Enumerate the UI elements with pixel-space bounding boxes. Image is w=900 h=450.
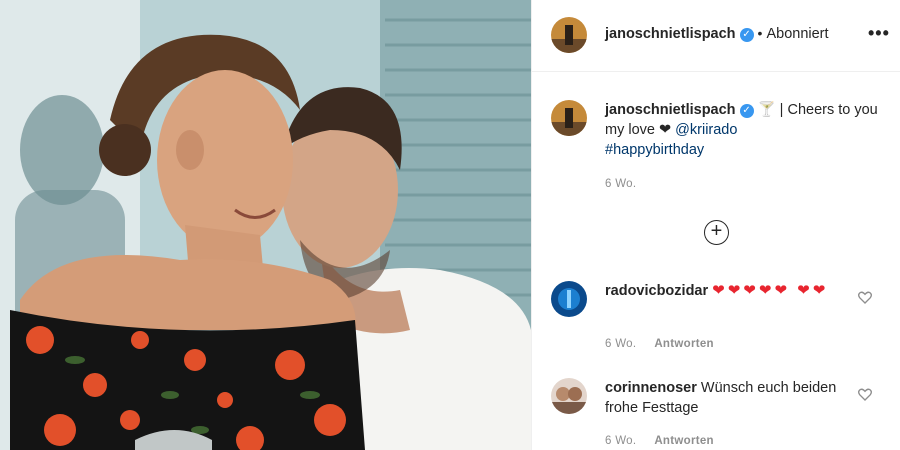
comment-avatar[interactable] [551,378,587,414]
comment-item: radovicbozidar ❤❤❤❤❤ ❤❤ [605,281,845,301]
verified-badge-icon: ✓ [739,28,754,42]
separator-dot: • [757,25,763,41]
post-side-panel: janoschnietlispach ✓ • Abonniert ••• janosc… [531,0,900,450]
comment-meta: 6 Wo. Antworten [605,435,714,447]
mention-link[interactable]: @kriirado [675,122,737,138]
like-heart-icon[interactable] [857,386,873,402]
comment-item: corinnenoser Wünsch euch beiden frohe Fe… [605,378,845,418]
header-user-line: janoschnietlispach ✓ • Abonniert [605,25,829,43]
couple-photo-illustration [0,0,531,450]
reply-button[interactable]: Antworten [654,338,714,350]
avatar[interactable] [551,17,587,53]
follow-status-button[interactable]: Abonniert [766,26,828,42]
comment-avatar[interactable] [551,281,587,317]
caption-username[interactable]: janoschnietlispach [605,102,736,118]
comment-timestamp[interactable]: 6 Wo. [605,435,636,447]
comment-meta: 6 Wo. Antworten [605,338,714,350]
cocktail-emoji: 🍸 [757,102,776,118]
avatar-image [551,17,587,53]
like-heart-icon[interactable] [857,289,873,305]
comment-username[interactable]: corinnenoser [605,380,697,396]
reply-button[interactable]: Antworten [654,435,714,447]
comment-username[interactable]: radovicbozidar [605,283,708,299]
comment-timestamp[interactable]: 6 Wo. [605,338,636,350]
avatar-image [551,378,587,414]
post-header: janoschnietlispach ✓ • Abonniert ••• [532,0,900,72]
post-photo[interactable] [0,0,531,450]
avatar-image [551,281,587,317]
avatar-image [551,100,587,136]
hashtag-link[interactable]: #happybirthday [605,142,704,158]
caption-timestamp[interactable]: 6 Wo. [605,178,636,190]
caption-avatar[interactable] [551,100,587,136]
verified-badge-icon: ✓ [739,104,754,118]
more-options-icon[interactable]: ••• [868,23,890,44]
header-username[interactable]: janoschnietlispach [605,26,736,42]
comment-text: ❤❤❤❤❤ ❤❤ [712,282,829,299]
load-more-comments-icon[interactable]: + [704,220,729,245]
post-caption: janoschnietlispach ✓ 🍸 | Cheers to you my… [605,100,885,160]
